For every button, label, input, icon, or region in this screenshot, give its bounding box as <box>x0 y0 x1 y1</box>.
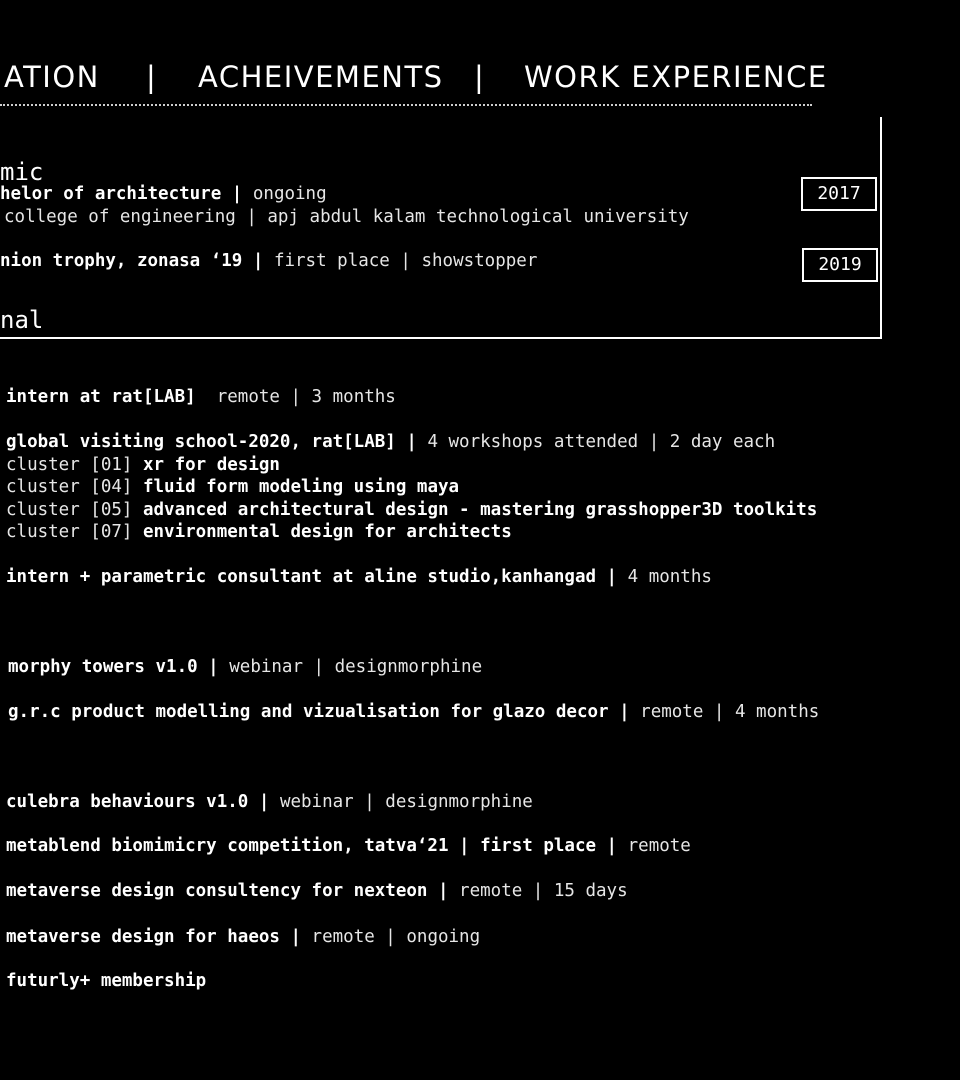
nav-education[interactable]: ATION <box>4 60 100 94</box>
list-item: cluster [04] fluid form modeling using m… <box>6 477 459 497</box>
entry-detail: webinar | designmorphine <box>218 657 483 677</box>
cluster-label: cluster [05] <box>6 500 143 520</box>
list-item: metaverse design consultency for nexteon… <box>6 881 628 901</box>
entry-detail: remote <box>617 836 691 856</box>
entry-detail: webinar | designmorphine <box>269 792 533 812</box>
entry-title: global visiting school-2020, rat[LAB] | <box>6 432 417 452</box>
list-item: cluster [05] advanced architectural desi… <box>6 500 817 520</box>
entry-title: metaverse design for haeos | <box>6 927 302 947</box>
heading-personal: nal <box>0 306 44 334</box>
list-item: intern at rat[LAB] remote | 3 months <box>6 387 396 407</box>
entry-title: metablend biomimicry competition, tatva‘… <box>6 836 618 856</box>
list-item: global visiting school-2020, rat[LAB] | … <box>6 432 775 452</box>
nav-separator: | <box>146 60 158 94</box>
year-badge: 2017 <box>801 177 877 211</box>
trophy-line: nion trophy, zonasa ‘19 | first place | … <box>0 251 537 271</box>
section-nav: ATION | ACHEIVEMENTS | WORK EXPERIENCE <box>0 60 960 100</box>
trophy-title: nion trophy, zonasa ‘19 | <box>0 251 264 271</box>
cluster-label: cluster [07] <box>6 522 143 542</box>
entry-detail: 4 workshops attended | 2 day each <box>416 432 776 452</box>
list-item: metaverse design for haeos | remote | on… <box>6 927 480 947</box>
trophy-detail: first place | showstopper <box>273 251 538 271</box>
cluster-title: environmental design for architects <box>142 522 512 542</box>
cluster-title: xr for design <box>142 455 280 475</box>
nav-underline <box>0 104 812 106</box>
year-badge: 2019 <box>802 248 878 282</box>
entry-title: g.r.c product modelling and vizualisatio… <box>8 702 630 722</box>
entry-title: intern at rat[LAB] <box>6 387 196 407</box>
degree-title: helor of architecture | <box>0 184 243 204</box>
nav-achievements[interactable]: ACHEIVEMENTS <box>198 60 444 94</box>
education-panel <box>0 117 882 339</box>
cluster-label: cluster [01] <box>6 455 143 475</box>
cluster-title: fluid form modeling using maya <box>142 477 460 497</box>
list-item: intern + parametric consultant at aline … <box>6 567 712 587</box>
nav-work-experience[interactable]: WORK EXPERIENCE <box>524 60 828 94</box>
list-item: culebra behaviours v1.0 | webinar | desi… <box>6 792 533 812</box>
entry-detail: remote | 15 days <box>448 881 628 901</box>
list-item: futurly+ membership <box>6 971 206 991</box>
cluster-title: advanced architectural design - masterin… <box>142 500 818 520</box>
cluster-label: cluster [04] <box>6 477 143 497</box>
list-item: metablend biomimicry competition, tatva‘… <box>6 836 691 856</box>
degree-status: ongoing <box>252 184 327 204</box>
list-item: cluster [07] environmental design for ar… <box>6 522 512 542</box>
entry-detail: remote | 3 months <box>195 387 396 407</box>
heading-academic: mic <box>0 158 44 186</box>
entry-title: futurly+ membership <box>6 971 207 991</box>
list-item: morphy towers v1.0 | webinar | designmor… <box>8 657 482 677</box>
college-line: college of engineering | apj abdul kalam… <box>4 207 689 227</box>
entry-title: intern + parametric consultant at aline … <box>6 567 618 587</box>
nav-separator: | <box>474 60 486 94</box>
entry-detail: remote | ongoing <box>301 927 481 947</box>
entry-detail: 4 months <box>617 567 712 587</box>
entry-detail: remote | 4 months <box>629 702 820 722</box>
list-item: cluster [01] xr for design <box>6 455 280 475</box>
list-item: g.r.c product modelling and vizualisatio… <box>8 702 819 722</box>
entry-title: morphy towers v1.0 | <box>8 657 219 677</box>
entry-title: metaverse design consultency for nexteon… <box>6 881 449 901</box>
entry-title: culebra behaviours v1.0 | <box>6 792 270 812</box>
degree-line: helor of architecture | ongoing <box>0 184 327 204</box>
